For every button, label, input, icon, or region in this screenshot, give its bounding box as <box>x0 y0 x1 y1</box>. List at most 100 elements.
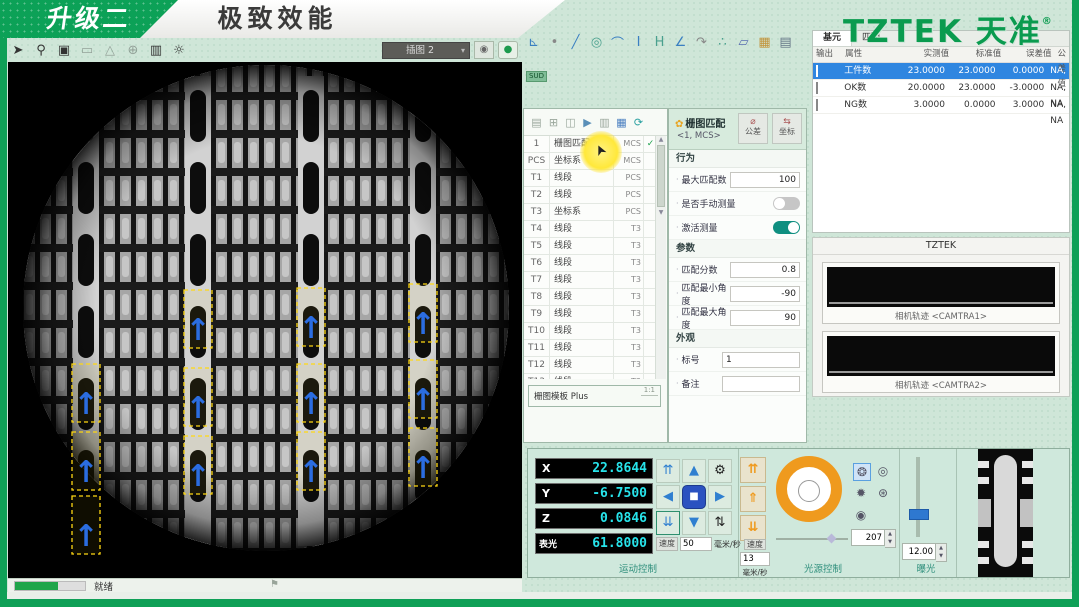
grid-match-icon[interactable]: ▦ <box>754 35 775 50</box>
report-icon[interactable]: ▦ <box>613 116 630 129</box>
sud-badge: SUD <box>526 71 547 82</box>
jog-left-button[interactable]: ◀ <box>656 485 680 509</box>
property-input[interactable] <box>730 286 800 302</box>
property-input[interactable] <box>730 172 800 188</box>
template-box[interactable]: 栅图模板 Plus 1:1 <box>528 385 661 407</box>
speed-unit: 毫米/秒 <box>714 539 741 550</box>
camera-live-view[interactable]: ↑↑↑↑↑↑↑↑↑↑↑↑ <box>8 62 522 578</box>
light-source-2-icon[interactable]: ◎ <box>875 463 891 479</box>
calculator-icon[interactable]: ▤ <box>775 35 796 50</box>
refresh-icon[interactable]: ⟳ <box>630 116 647 129</box>
jog-down-button[interactable]: ▼ <box>682 511 706 535</box>
properties-panel: ✿栅图匹配 <1, MCS> ⌀ 公差 ⇆ 坐标 行为·最大匹配数·是否手动测量… <box>668 108 807 443</box>
property-input[interactable] <box>730 310 800 326</box>
spinner-arrows[interactable]: ▲▼ <box>936 543 947 562</box>
zoom-icon[interactable]: ⚲ <box>31 43 51 58</box>
tolerance-button[interactable]: ⌀ 公差 <box>738 113 768 144</box>
feature-row[interactable]: T11线段T3 <box>524 340 657 357</box>
feature-row[interactable]: T6线段T3 <box>524 255 657 272</box>
jog-stop-button[interactable]: ■ <box>682 485 706 509</box>
globe-icon[interactable]: ● <box>498 41 518 59</box>
flag-icon[interactable]: ⚑ <box>270 579 279 590</box>
point-cloud-icon[interactable]: ∴ <box>712 35 733 50</box>
result-row[interactable]: 工件数23.000023.00000.0000NA, NA <box>813 63 1069 80</box>
feature-row[interactable]: T12线段T3 <box>524 357 657 374</box>
new-icon[interactable]: ▤ <box>528 116 545 129</box>
slider-handle[interactable] <box>827 534 837 544</box>
match-arrow-icon: ↑ <box>185 459 210 494</box>
curve-icon[interactable]: ↷ <box>691 35 712 50</box>
output-checkbox[interactable] <box>816 82 818 94</box>
feature-row[interactable]: T4线段T3 <box>524 221 657 238</box>
z-up-button[interactable]: ⇑ <box>740 486 766 512</box>
jog-right-button[interactable]: ▶ <box>708 485 732 509</box>
jog-up-fast-button[interactable]: ⇈ <box>656 459 680 483</box>
speed-input[interactable] <box>680 537 712 551</box>
jog-sliders-button[interactable]: ⇅ <box>708 511 732 535</box>
exposure-value-box: ▲▼ <box>902 543 947 562</box>
scrollbar[interactable]: ▲▼ <box>655 136 666 379</box>
z-up-fast-button[interactable]: ⇈ <box>740 457 766 483</box>
feature-row[interactable]: T5线段T3 <box>524 238 657 255</box>
property-input[interactable] <box>730 262 800 278</box>
angle-icon[interactable]: ∠ <box>670 35 691 50</box>
output-checkbox[interactable] <box>816 99 818 111</box>
feature-row[interactable]: T1线段PCS <box>524 170 657 187</box>
pause-icon[interactable]: ▥ <box>596 116 613 129</box>
feature-row[interactable]: T13线段T3 <box>524 374 657 379</box>
feature-row[interactable]: T7线段T3 <box>524 272 657 289</box>
result-row[interactable]: NG数3.00000.00003.0000NA, NA <box>813 97 1069 114</box>
toggle-off[interactable] <box>773 197 800 210</box>
feature-row[interactable]: T8线段T3 <box>524 289 657 306</box>
spinner-arrows[interactable]: ▲▼ <box>885 529 896 548</box>
feature-row[interactable]: T3坐标系PCS <box>524 204 657 221</box>
coordinate-button[interactable]: ⇆ 坐标 <box>772 113 802 144</box>
light-icon[interactable]: ☼ <box>169 43 189 58</box>
feature-icon: ✿ <box>675 119 683 130</box>
gauge-icon[interactable]: ▥ <box>146 43 166 58</box>
plane-icon[interactable]: ▱ <box>733 35 754 50</box>
light-source-5-icon[interactable]: ◉ <box>853 507 869 523</box>
match-arrow-icon: ↑ <box>73 387 98 422</box>
snapshot-icon[interactable]: ◉ <box>474 41 494 59</box>
height-icon[interactable]: I <box>628 35 649 50</box>
property-input[interactable] <box>722 352 800 368</box>
property-input[interactable] <box>722 376 800 392</box>
toggle-on[interactable] <box>773 221 800 234</box>
z-down-fast-button[interactable]: ⇊ <box>740 515 766 541</box>
arc-icon[interactable]: ⌒ <box>607 33 628 52</box>
copy-icon[interactable]: ⊞ <box>545 116 562 129</box>
light-source-4-icon[interactable]: ⊛ <box>875 485 891 501</box>
circle-icon[interactable]: ◎ <box>586 35 607 50</box>
view-selector-dropdown[interactable]: 插图 2 ▾ <box>382 42 470 59</box>
feature-row[interactable]: T10线段T3 <box>524 323 657 340</box>
cursor-icon[interactable]: ➤ <box>8 43 28 58</box>
exposure-slider-handle[interactable] <box>909 509 929 520</box>
light-source-3-icon[interactable]: ✹ <box>853 485 869 501</box>
feature-row[interactable]: T2线段PCS <box>524 187 657 204</box>
save-icon[interactable]: ◫ <box>562 116 579 129</box>
feature-row[interactable]: T9线段T3 <box>524 306 657 323</box>
width-icon[interactable]: H <box>649 35 670 50</box>
ring-brightness-slider[interactable] <box>776 535 848 543</box>
crosshair-icon: ⊕ <box>123 43 143 58</box>
result-row[interactable]: OK数20.000023.0000-3.0000NA, NA <box>813 80 1069 97</box>
column-header[interactable]: 输出 <box>813 47 842 62</box>
output-checkbox[interactable] <box>816 65 818 77</box>
run-icon[interactable]: ▶ <box>579 116 596 129</box>
column-header[interactable]: 公差值 <box>1054 47 1069 62</box>
exposure-slider[interactable] <box>916 457 920 537</box>
light-source-1-icon[interactable]: ❂ <box>853 463 871 481</box>
jog-down-fast-button[interactable]: ⇊ <box>656 511 680 535</box>
ring-value-input[interactable] <box>851 529 885 546</box>
speed-button[interactable]: 速度 <box>656 537 678 551</box>
jog-up-button[interactable]: ▲ <box>682 459 706 483</box>
z-speed-button[interactable]: 速度 <box>744 539 766 550</box>
match-arrow-icon: ↑ <box>298 387 323 422</box>
section-header: 外观 <box>669 330 806 348</box>
image-icon[interactable]: ▣ <box>54 43 74 58</box>
ring-light-dial[interactable] <box>776 456 842 522</box>
exposure-input[interactable] <box>902 543 936 560</box>
mouse-cursor-highlight: ➤ <box>580 131 622 173</box>
jog-settings-button[interactable]: ⚙ <box>708 459 732 483</box>
